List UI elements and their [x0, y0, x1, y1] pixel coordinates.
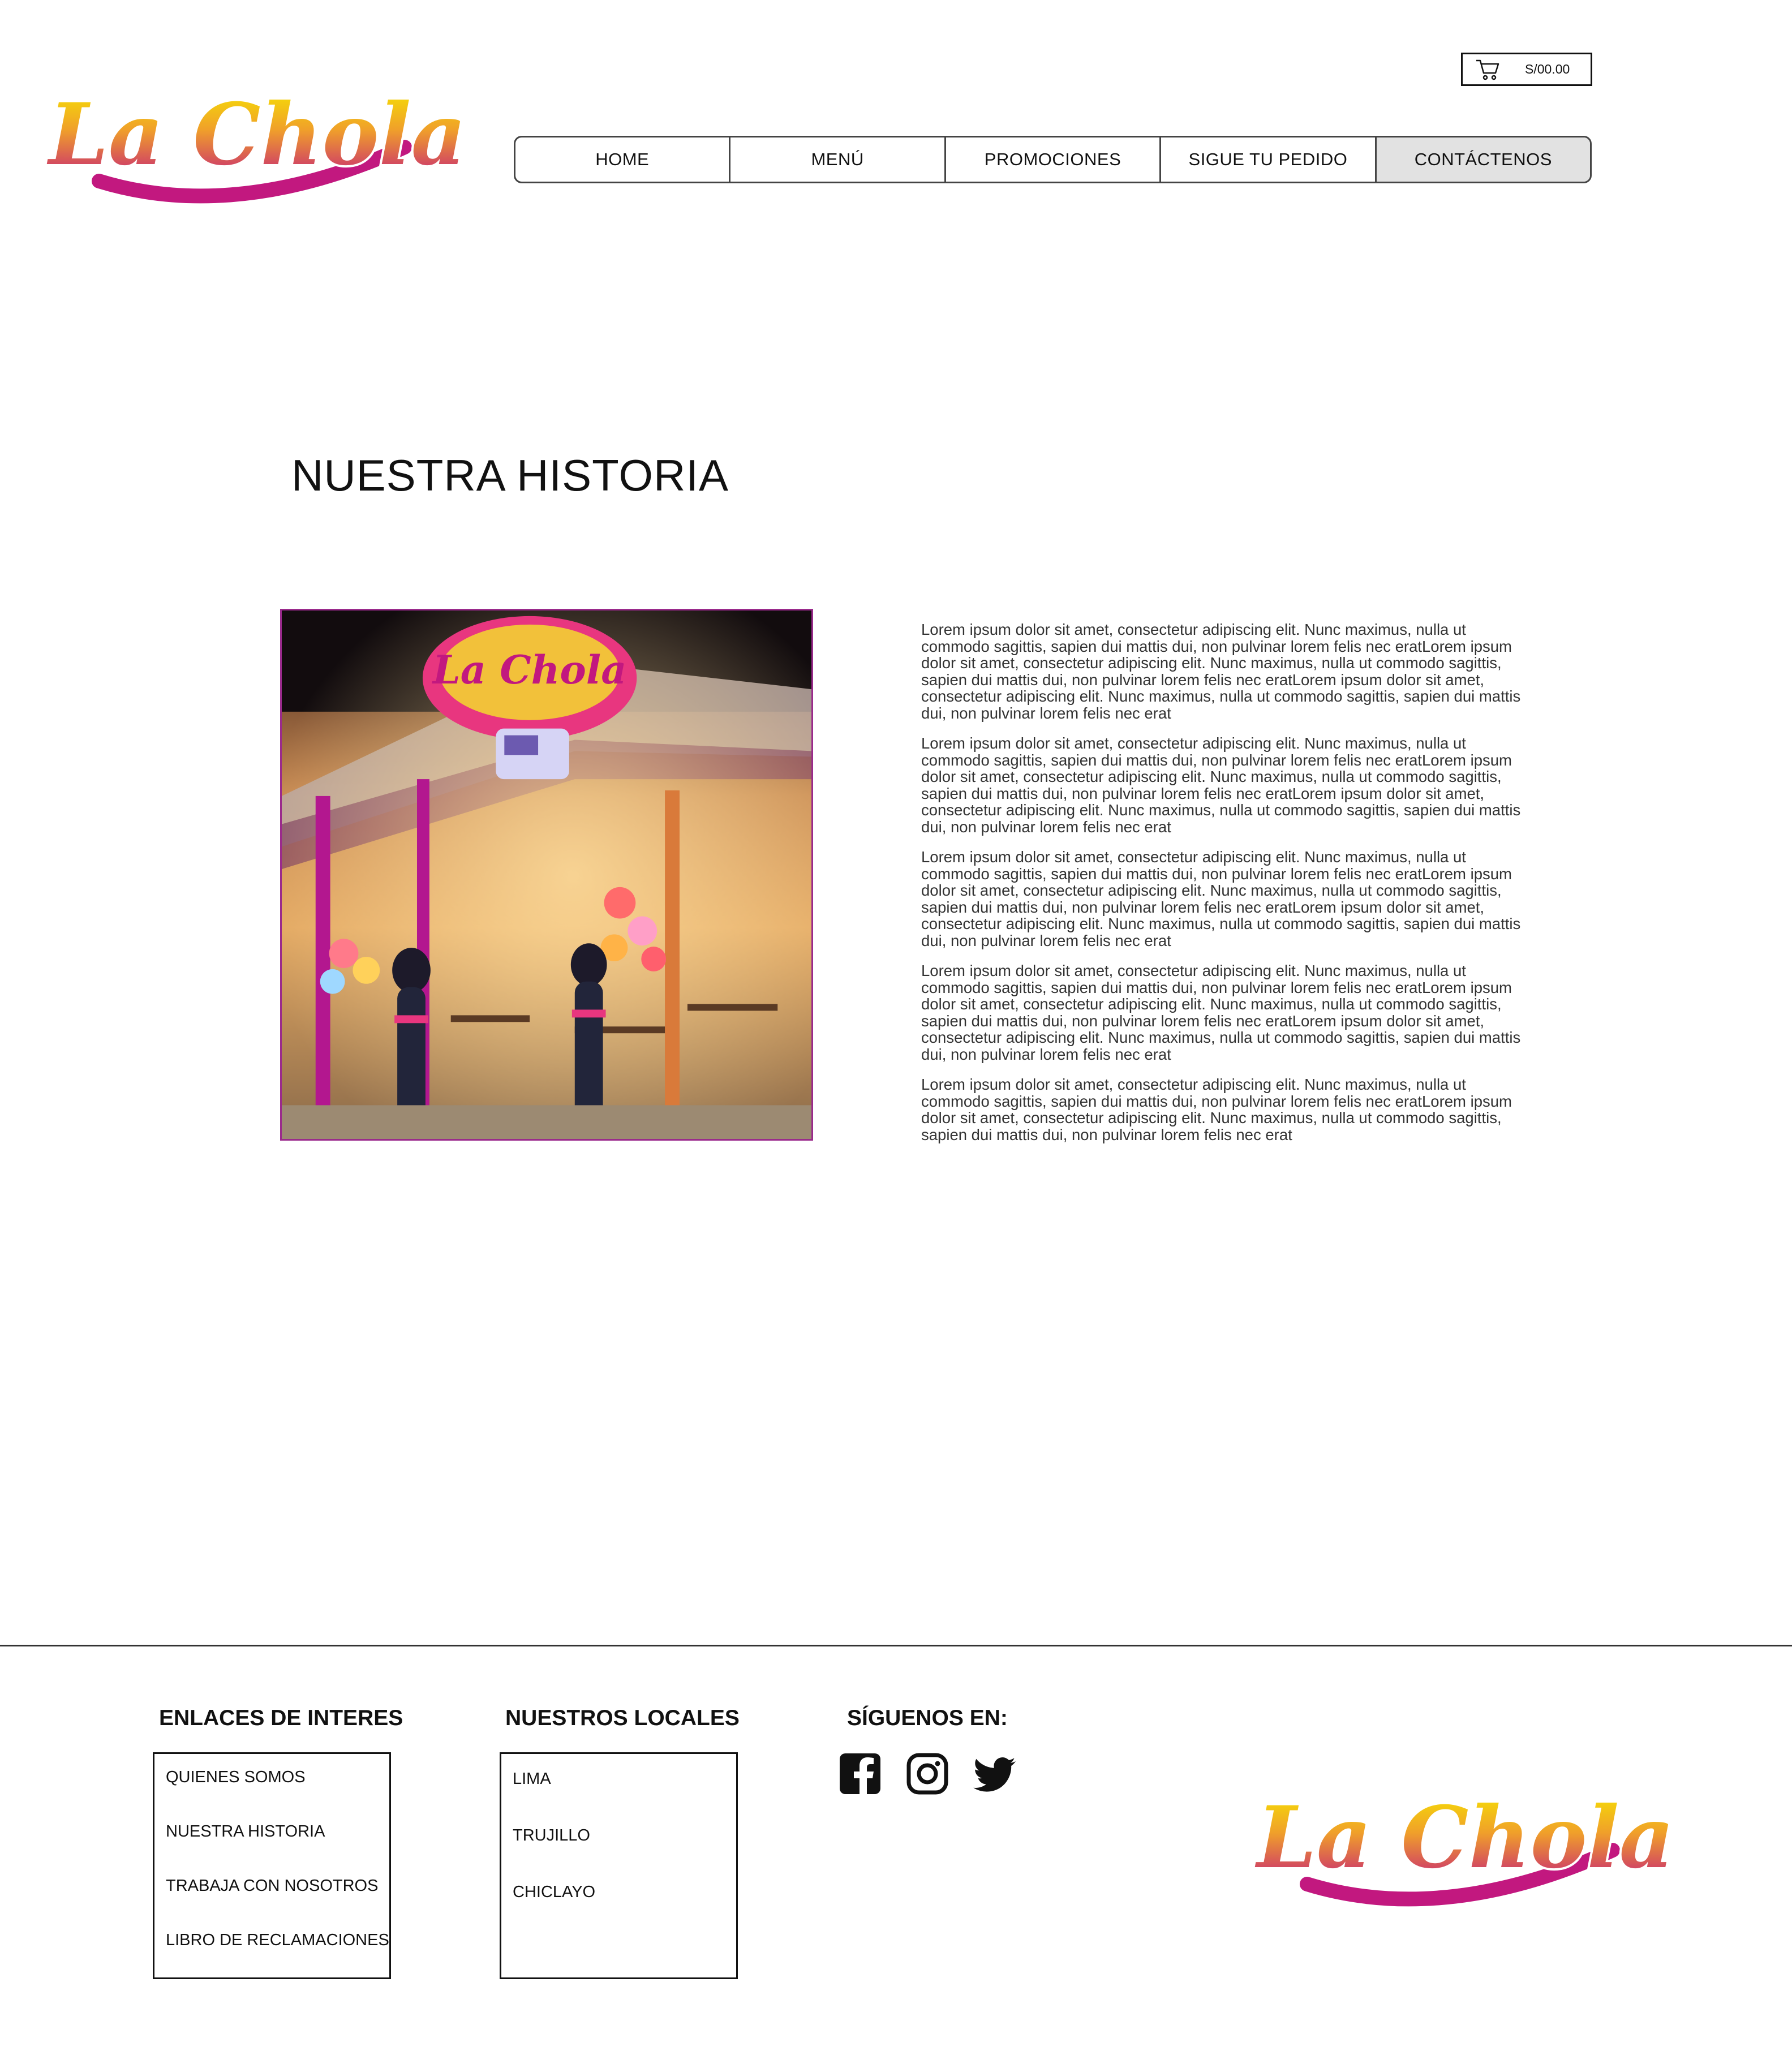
story-paragraph: Lorem ipsum dolor sit amet, consectetur … [921, 621, 1521, 722]
locale-link-chiclayo[interactable]: CHICLAYO [513, 1883, 595, 1902]
locale-link-trujillo[interactable]: TRUJILLO [513, 1826, 590, 1845]
facebook-icon [840, 1753, 880, 1795]
story-paragraph: Lorem ipsum dolor sit amet, consectetur … [921, 848, 1521, 949]
footer-brand-logo[interactable]: La Chola [1252, 1768, 1677, 1912]
footer-link-nuestra-historia[interactable]: NUESTRA HISTORIA [166, 1822, 325, 1841]
footer-links-list: QUIENES SOMOS NUESTRA HISTORIA TRABAJA C… [153, 1752, 391, 1979]
shopping-cart-icon [1476, 59, 1499, 80]
story-paragraph: Lorem ipsum dolor sit amet, consectetur … [921, 962, 1521, 1063]
footer-locales-list: LIMA TRUJILLO CHICLAYO [500, 1752, 738, 1979]
brand-logo-graphic: La Chola [44, 83, 469, 209]
story-paragraph: Lorem ipsum dolor sit amet, consectetur … [921, 1076, 1512, 1143]
footer-divider [0, 1645, 1792, 1646]
instagram-icon [906, 1753, 948, 1795]
nav-item-home[interactable]: HOME [515, 137, 731, 182]
cart-total: S/00.00 [1525, 62, 1570, 76]
story-paragraph: Lorem ipsum dolor sit amet, consectetur … [921, 734, 1521, 836]
restaurant-photo-image: La Chola [282, 610, 811, 1139]
twitter-link[interactable] [973, 1752, 1016, 1795]
nav-item-promociones[interactable]: PROMOCIONES [946, 137, 1162, 182]
svg-text:La Chola: La Chola [432, 647, 627, 693]
footer-link-trabaja-con-nosotros[interactable]: TRABAJA CON NOSOTROS [166, 1877, 378, 1895]
facebook-link[interactable] [839, 1752, 882, 1795]
footer-link-libro-de-reclamaciones[interactable]: LIBRO DE RECLAMACIONES [166, 1931, 389, 1950]
footer-links-heading: ENLACES DE INTERES [159, 1706, 403, 1730]
footer-brand-logo-graphic: La Chola [1252, 1786, 1677, 1912]
locale-link-lima[interactable]: LIMA [513, 1770, 551, 1788]
nav-item-sigue-tu-pedido[interactable]: SIGUE TU PEDIDO [1161, 137, 1377, 182]
footer-social-heading: SÍGUENOS EN: [847, 1706, 1008, 1730]
nav-item-menu[interactable]: MENÚ [730, 137, 946, 182]
cart-button[interactable]: S/00.00 [1461, 53, 1592, 86]
footer-logo-text: La Chola [1254, 1788, 1674, 1887]
brand-logo[interactable]: La Chola [44, 65, 469, 209]
footer-locales-heading: NUESTROS LOCALES [505, 1706, 740, 1730]
nav-item-contactenos[interactable]: CONTÁCTENOS [1376, 137, 1590, 182]
twitter-icon [973, 1757, 1016, 1792]
logo-text: La Chola [46, 85, 466, 184]
footer-link-quienes-somos[interactable]: QUIENES SOMOS [166, 1768, 306, 1787]
page-title: NUESTRA HISTORIA [291, 450, 729, 500]
instagram-link[interactable] [906, 1752, 949, 1795]
story-text: Lorem ipsum dolor sit amet, consectetur … [921, 621, 1521, 1156]
restaurant-photo: La Chola [280, 609, 813, 1141]
main-nav: HOME MENÚ PROMOCIONES SIGUE TU PEDIDO CO… [514, 136, 1592, 183]
